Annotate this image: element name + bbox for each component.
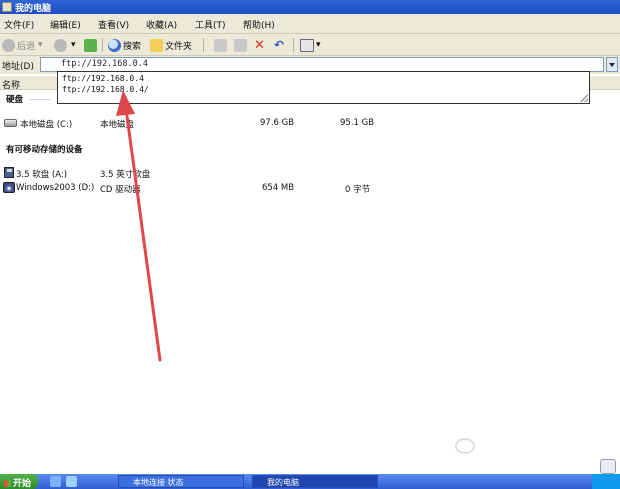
system-tray xyxy=(592,474,620,489)
desktop-quicklaunch-icon[interactable] xyxy=(66,476,77,487)
tray-popup-icon[interactable] xyxy=(600,459,616,474)
taskbar: 开始 本地连接 状态 我的电脑 xyxy=(0,474,620,489)
annotation-arrow xyxy=(116,90,162,362)
windows-logo-icon xyxy=(4,480,11,487)
watermark-logo xyxy=(455,438,475,454)
taskbar-item-connection-status[interactable]: 本地连接 状态 xyxy=(118,475,244,488)
ie-quicklaunch-icon[interactable] xyxy=(50,476,61,487)
start-button[interactable]: 开始 xyxy=(0,474,38,489)
taskbar-item-my-computer[interactable]: 我的电脑 xyxy=(252,475,378,488)
